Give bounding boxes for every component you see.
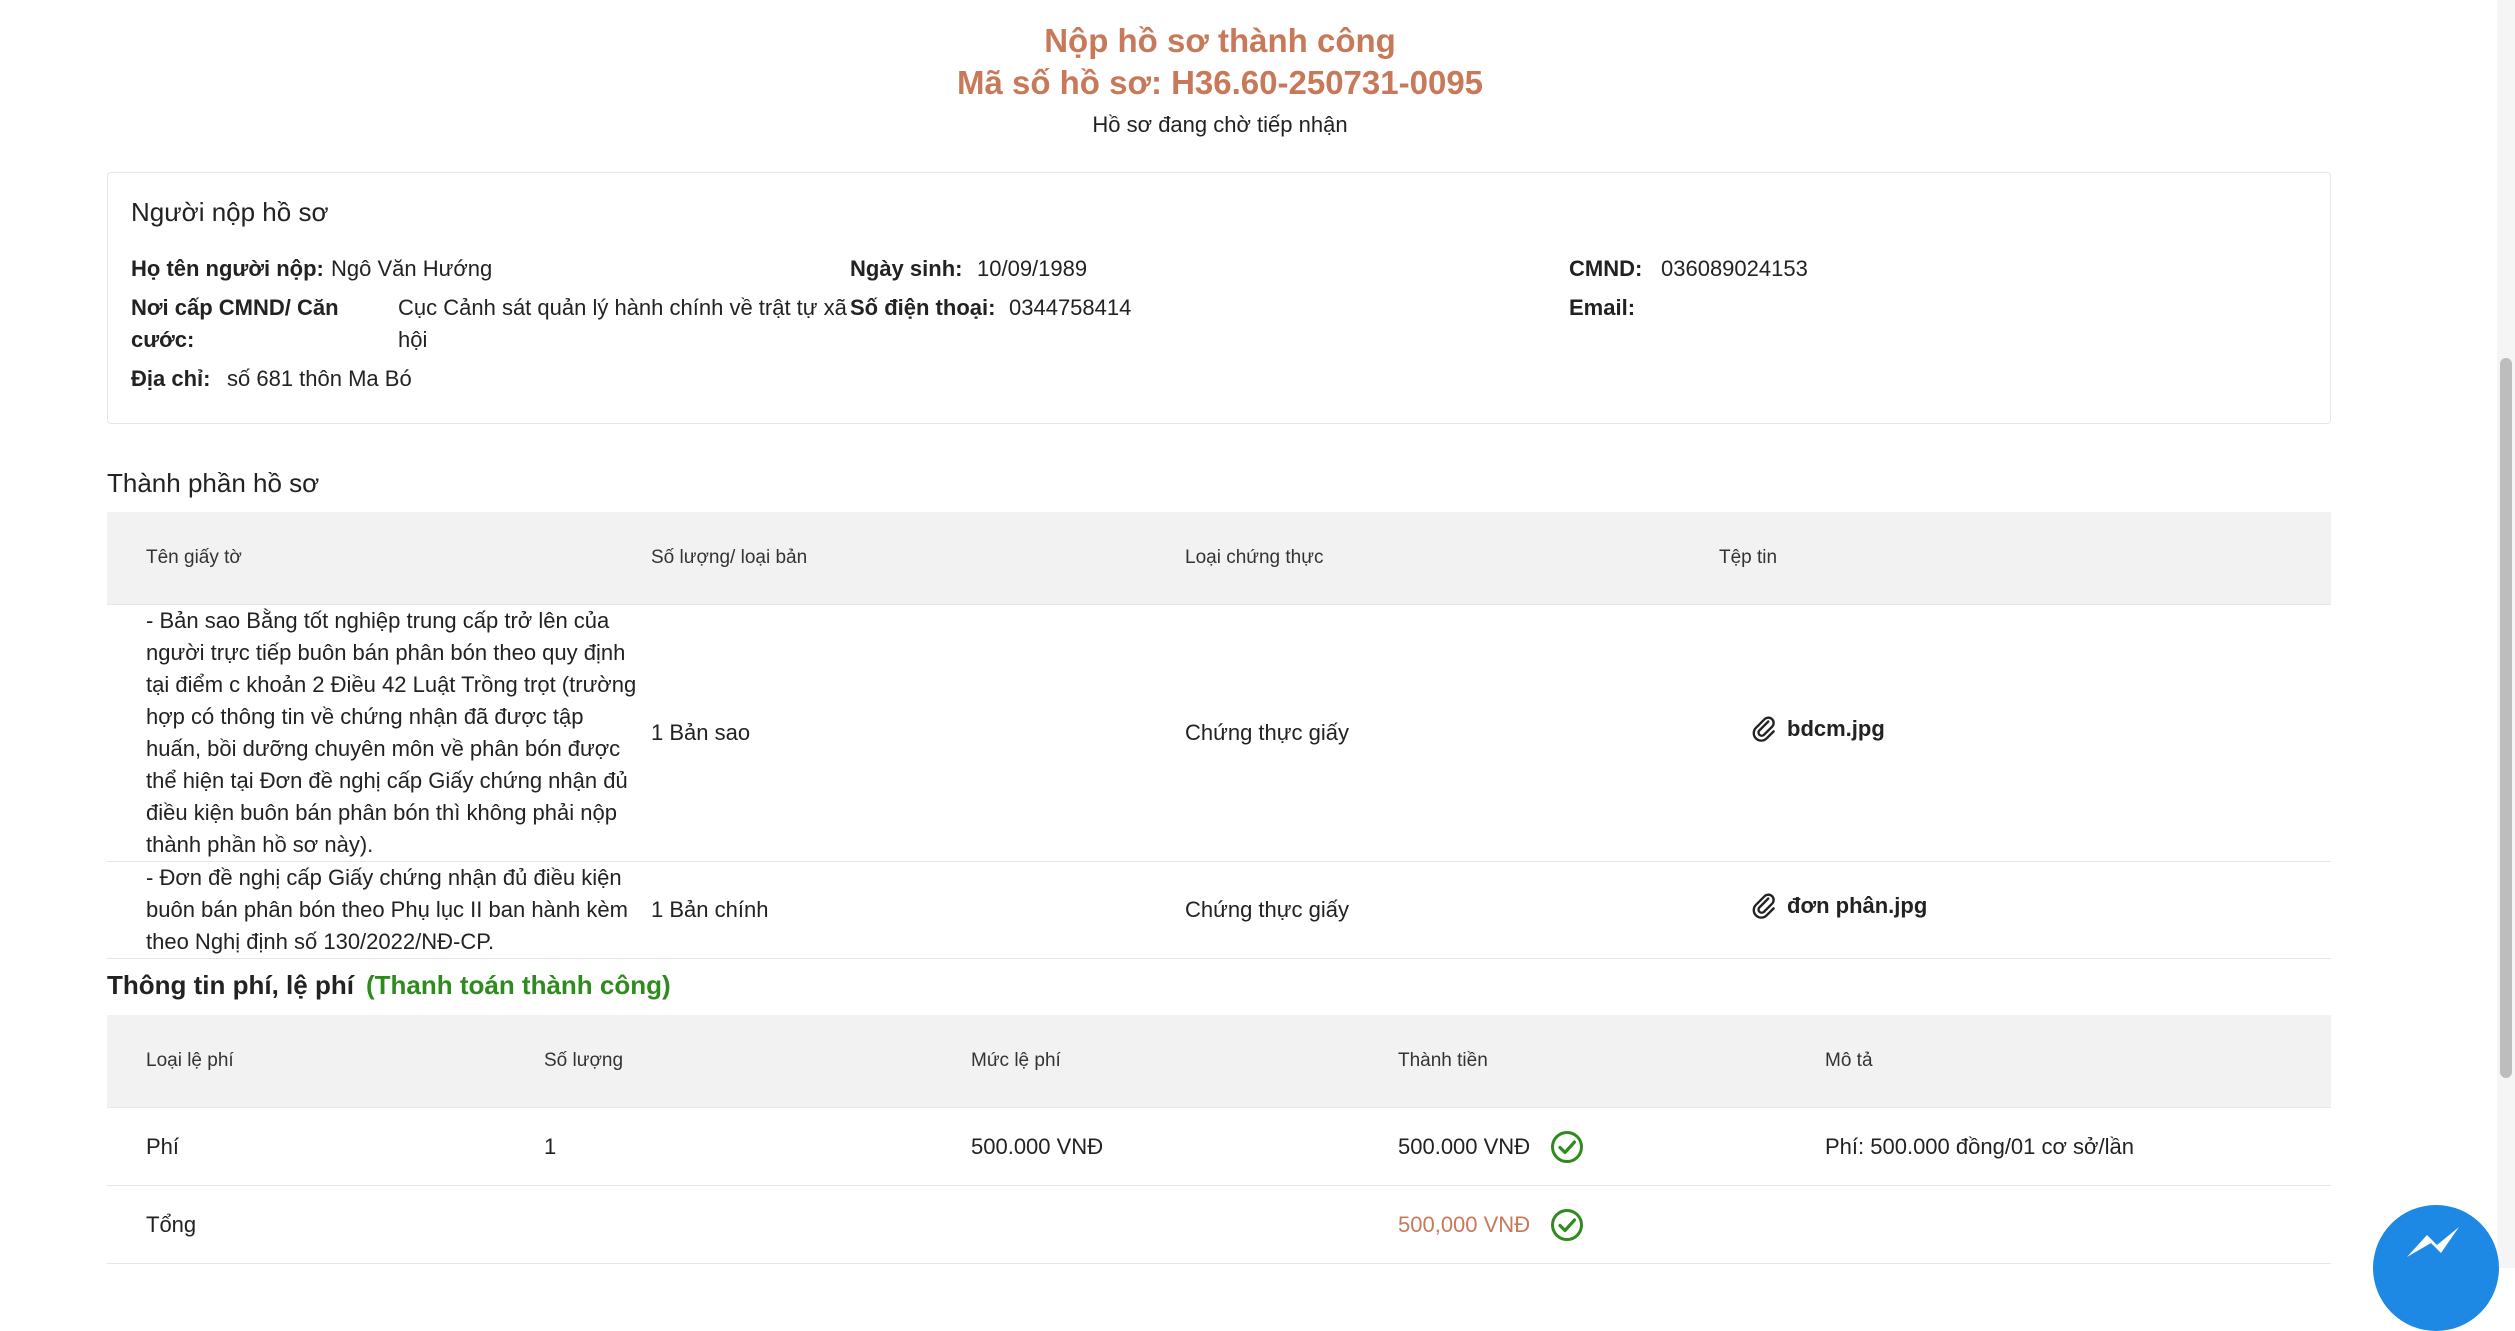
fees-title: Thông tin phí, lệ phí — [107, 970, 354, 1000]
doc-cert: Chứng thực giấy — [1185, 861, 1719, 959]
address-label: Địa chỉ: — [131, 366, 211, 391]
col-doc-cert: Loại chứng thực — [1185, 512, 1719, 605]
fees-header-row: Loại lệ phí Số lượng Mức lệ phí Thành ti… — [107, 1015, 2331, 1108]
payment-status: (Thanh toán thành công) — [365, 970, 671, 1000]
total-label: Tổng — [107, 1185, 544, 1264]
name-value: Ngô Văn Hướng — [331, 256, 493, 281]
paperclip-icon — [1752, 716, 1775, 742]
col-doc-name: Tên giấy tờ — [107, 512, 651, 605]
id-label: CMND: — [1569, 256, 1643, 281]
col-doc-quantity: Số lượng/ loại bản — [651, 512, 1185, 605]
file-name: đơn phân.jpg — [1787, 893, 1928, 918]
table-row: - Bản sao Bằng tốt nghiệp trung cấp trở … — [107, 604, 2331, 862]
dob-label: Ngày sinh: — [850, 256, 963, 281]
col-fee-amount: Thành tiền — [1398, 1015, 1825, 1108]
total-row: Tổng 500,000 VNĐ — [107, 1185, 2331, 1264]
col-fee-quantity: Số lượng — [544, 1015, 971, 1108]
name-label: Họ tên người nộp: — [131, 256, 324, 281]
total-amount: 500,000 VNĐ — [1398, 1211, 1531, 1237]
fee-quantity: 1 — [544, 1107, 971, 1186]
paperclip-icon — [1752, 893, 1775, 919]
doc-cert: Chứng thực giấy — [1185, 604, 1719, 862]
col-fee-type: Loại lệ phí — [107, 1015, 544, 1108]
col-doc-file: Tệp tin — [1719, 512, 2331, 605]
col-fee-rate: Mức lệ phí — [971, 1015, 1398, 1108]
table-row: Phí 1 500.000 VNĐ 500.000 VNĐ Phí: 500.0… — [107, 1107, 2331, 1186]
issuer-value: Cục Cảnh sát quản lý hành chính về trật … — [398, 295, 847, 352]
phone-value: 0344758414 — [1009, 295, 1132, 320]
id-value: 036089024153 — [1661, 256, 1808, 281]
scrollbar[interactable] — [2497, 0, 2515, 1268]
documents-table: Tên giấy tờ Số lượng/ loại bản Loại chứn… — [107, 512, 2331, 959]
file-name: bdcm.jpg — [1787, 716, 1885, 741]
fees-table: Loại lệ phí Số lượng Mức lệ phí Thành ti… — [107, 1015, 2331, 1264]
fee-amount: 500.000 VNĐ — [1398, 1133, 1531, 1159]
col-fee-desc: Mô tả — [1825, 1015, 2331, 1108]
doc-name: - Đơn đề nghị cấp Giấy chứng nhận đủ điề… — [107, 861, 651, 959]
dossier-code: Mã số hồ sơ: H36.60-250731-0095 — [956, 64, 1484, 101]
phone-label: Số điện thoại: — [850, 295, 996, 320]
email-label: Email: — [1569, 295, 1636, 320]
fee-type: Phí — [107, 1107, 544, 1186]
file-link[interactable]: đơn phân.jpg — [1751, 890, 1927, 922]
applicant-card-title: Người nộp hồ sơ — [131, 197, 329, 227]
fee-desc: Phí: 500.000 đồng/01 cơ sở/lần — [1825, 1107, 2331, 1186]
doc-quantity: 1 Bản sao — [651, 604, 1185, 862]
dossier-status: Hồ sơ đang chờ tiếp nhận — [1092, 112, 1348, 137]
fees-section-title: Thông tin phí, lệ phí (Thanh toán thành c… — [107, 970, 671, 1001]
file-link[interactable]: bdcm.jpg — [1751, 713, 1885, 745]
page-title: Nộp hồ sơ thành công — [1044, 22, 1396, 59]
applicant-card: Người nộp hồ sơ Họ tên người nộp: Ngô Vă… — [107, 172, 2331, 424]
documents-section-title: Thành phần hồ sơ — [107, 468, 320, 498]
result-header: Nộp hồ sơ thành công Mã số hồ sơ: H36.60… — [0, 20, 2440, 138]
doc-quantity: 1 Bản chính — [651, 861, 1185, 959]
dob-value: 10/09/1989 — [977, 256, 1088, 281]
issuer-label: Nơi cấp CMND/ Căn cước: — [131, 295, 339, 352]
doc-name: - Bản sao Bằng tốt nghiệp trung cấp trở … — [107, 604, 651, 862]
scrollbar-thumb[interactable] — [2500, 358, 2512, 1078]
messenger-icon — [2407, 1227, 2459, 1257]
address-value: số 681 thôn Ma Bó — [227, 366, 412, 391]
check-circle-icon — [1551, 1208, 1584, 1241]
table-row: - Đơn đề nghị cấp Giấy chứng nhận đủ điề… — [107, 861, 2331, 959]
documents-header-row: Tên giấy tờ Số lượng/ loại bản Loại chứn… — [107, 512, 2331, 605]
messenger-chat-button[interactable] — [2373, 1205, 2499, 1331]
fee-rate: 500.000 VNĐ — [971, 1107, 1398, 1186]
check-circle-icon — [1551, 1130, 1584, 1163]
